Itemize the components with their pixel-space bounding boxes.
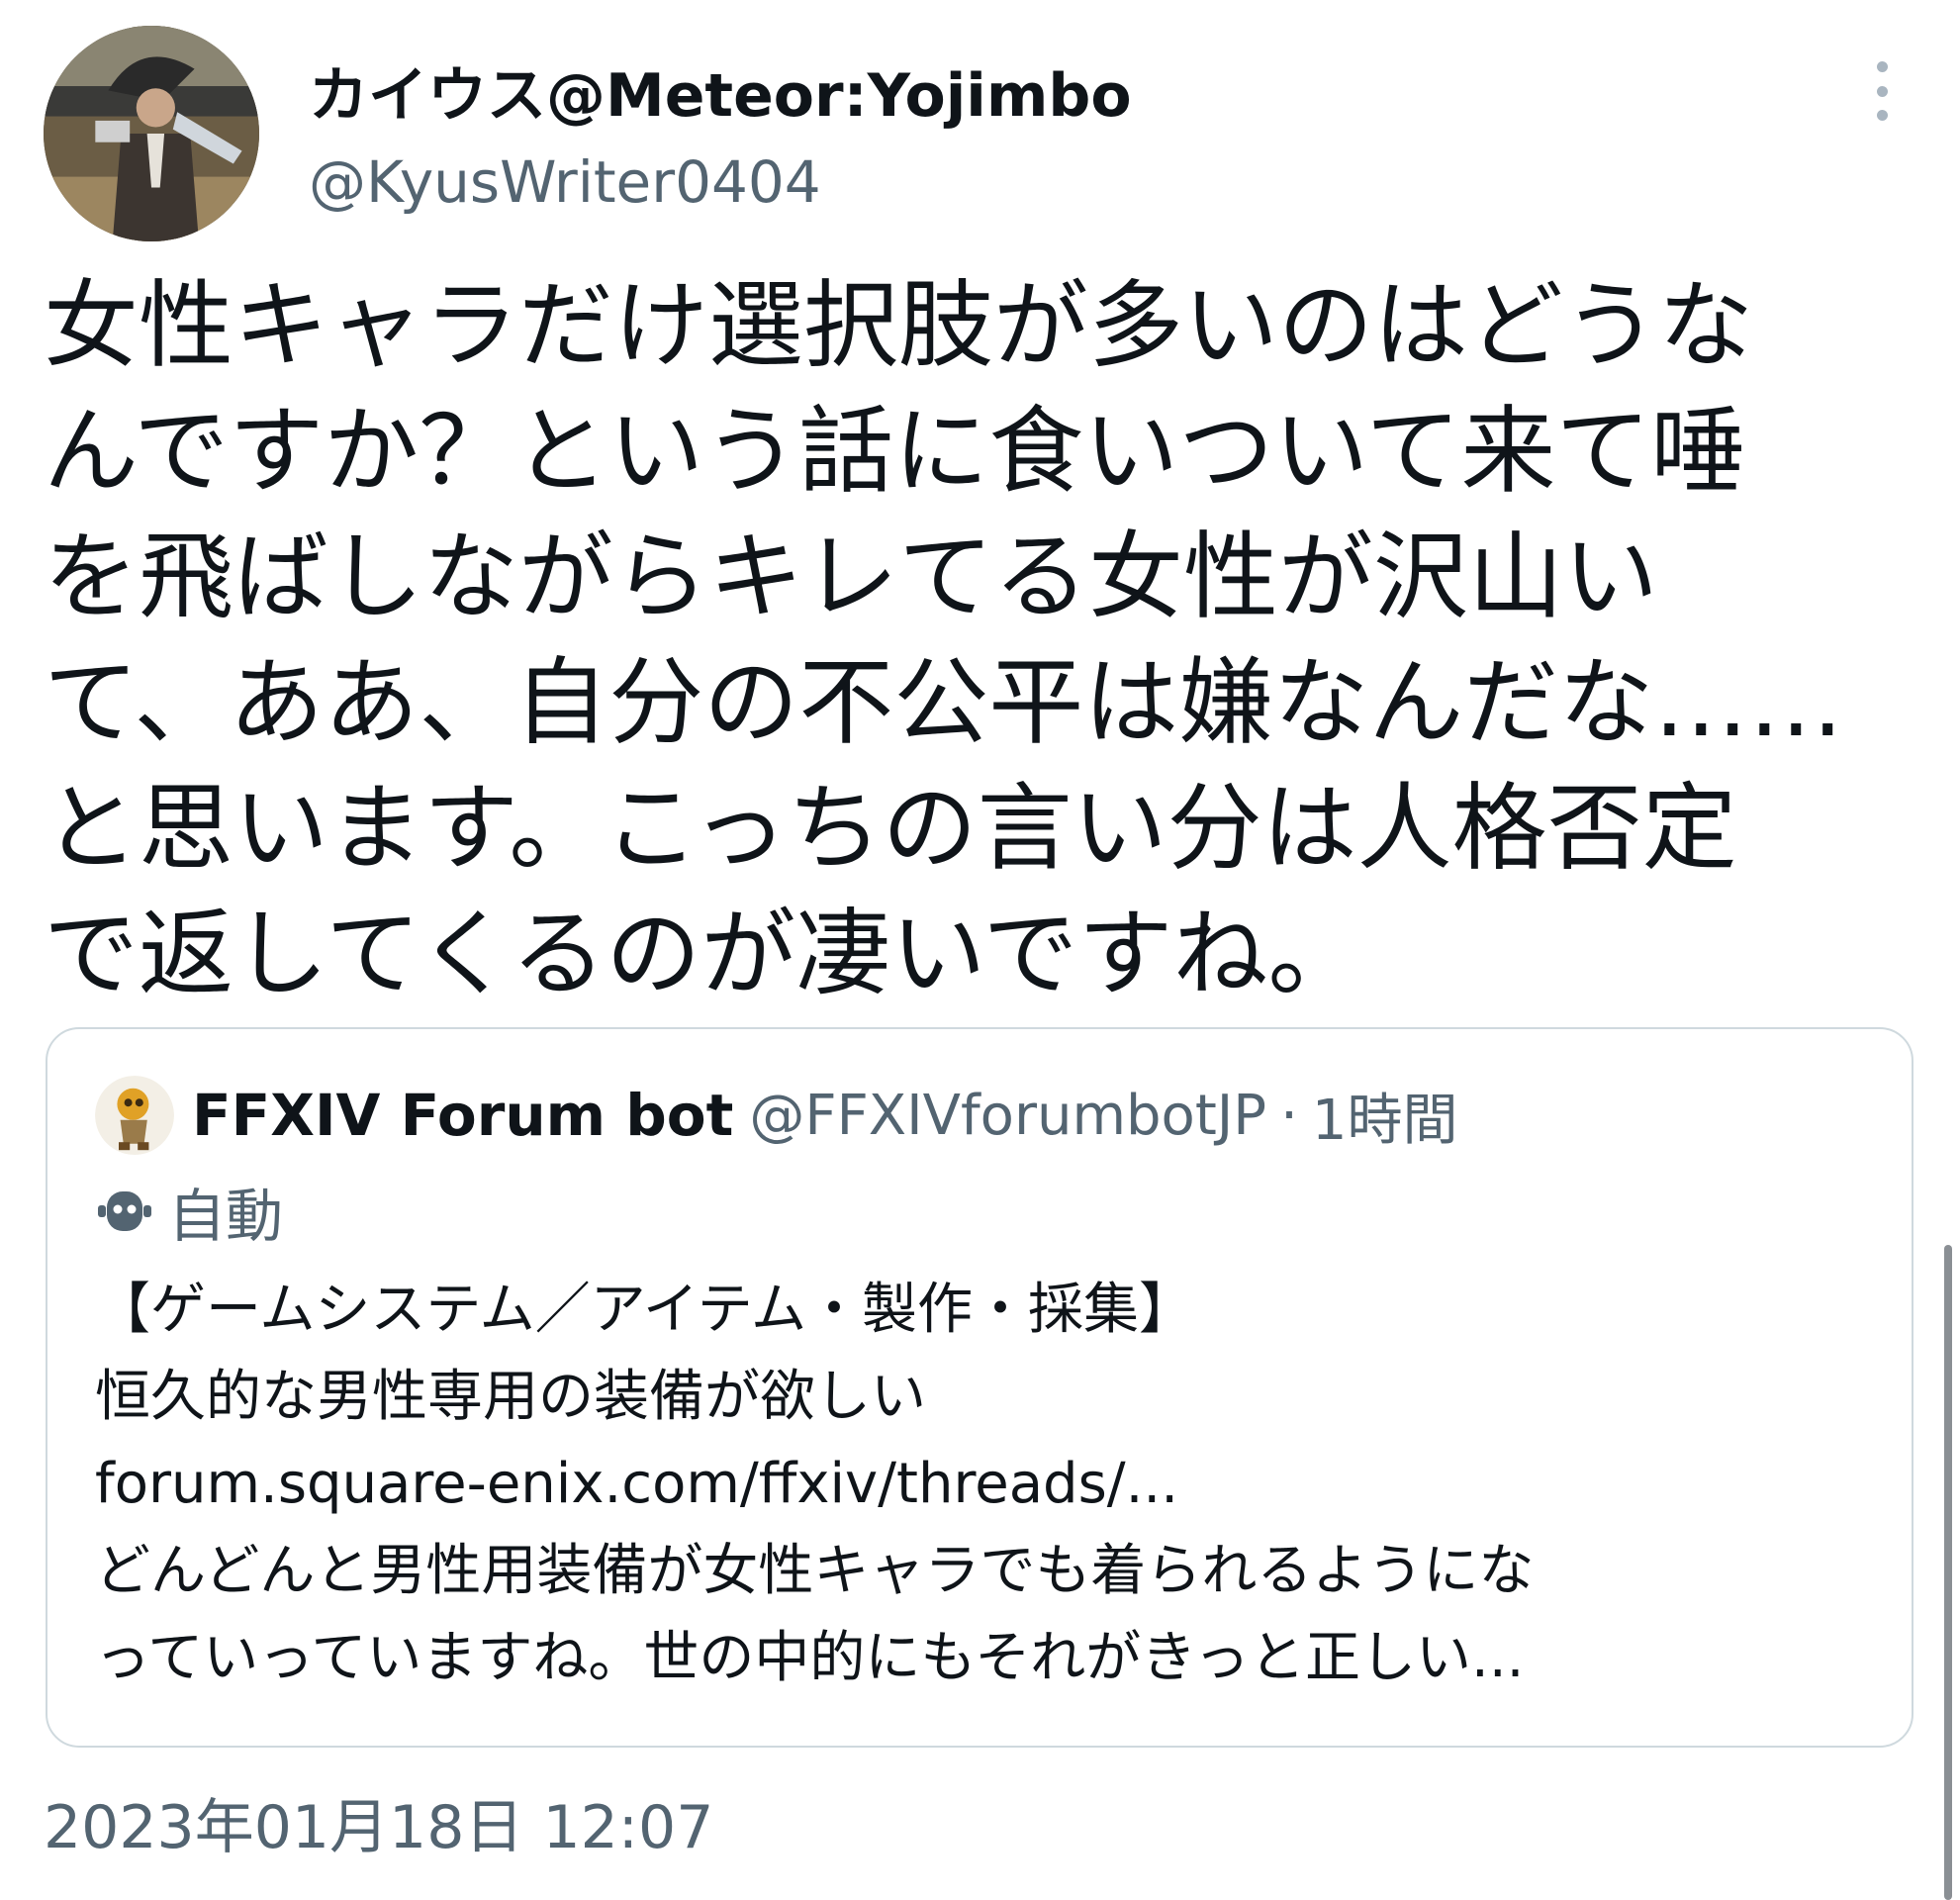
scrollbar[interactable]: [1944, 1245, 1952, 1900]
quoted-author-avatar[interactable]: [95, 1076, 174, 1155]
quoted-link[interactable]: forum.square-enix.com/ffxiv/threads/...: [95, 1441, 1876, 1528]
tweet-text: 女性キャラだけ選択肢が多いのはどうな んですか？という話に食いついて来て唾 を飛…: [44, 263, 1904, 1017]
quoted-author-name[interactable]: FFXIV Forum bot: [192, 1082, 733, 1149]
quoted-text-line: 恒久的な男性専用の装備が欲しい: [95, 1365, 926, 1429]
automated-label-text: 自動: [168, 1183, 284, 1250]
bot-icon: [98, 1191, 151, 1231]
tweet-text-line: んですか？という話に食いついて来て唾: [44, 396, 1746, 507]
tweet-text-line: と思います。こっちの言い分は人格否定: [44, 773, 1737, 884]
quoted-tweet-text: 【ゲームシステム／アイテム・製作・採集】 恒久的な男性専用の装備が欲しい for…: [95, 1267, 1876, 1702]
quoted-text-line: っていっていますね。世の中的にもそれがきっと正しい...: [95, 1626, 1525, 1690]
separator-dot: ·: [1280, 1083, 1298, 1148]
tweet-text-line: で返してくるのが凄いですね。: [44, 899, 1363, 1009]
author-handle[interactable]: @KyusWriter0404: [309, 148, 821, 216]
author-display-name[interactable]: カイウス@Meteor:Yojimbo: [309, 48, 1132, 134]
more-options-button[interactable]: [1858, 61, 1906, 121]
quoted-tweet-card[interactable]: FFXIV Forum bot @FFXIVforumbotJP · 1時間 自…: [46, 1027, 1913, 1748]
tweet-text-line: て、ああ、自分の不公平は嫌なんだな……: [44, 647, 1844, 758]
more-vertical-icon: [1876, 61, 1888, 72]
author-avatar[interactable]: [44, 26, 259, 241]
quoted-text-line: 【ゲームシステム／アイテム・製作・採集】: [95, 1278, 1195, 1342]
tweet-timestamp[interactable]: 2023年01月18日 12:07: [44, 1779, 713, 1865]
tweet-text-line: を飛ばしながらキレてる女性が沢山い: [44, 522, 1658, 632]
tweet[interactable]: カイウス@Meteor:Yojimbo @KyusWriter0404 女性キャ…: [0, 0, 1960, 1900]
quoted-author-handle[interactable]: @FFXIVforumbotJP: [749, 1084, 1266, 1148]
tweet-text-line: 女性キャラだけ選択肢が多いのはどうな: [44, 270, 1753, 381]
quoted-tweet-time[interactable]: 1時間: [1312, 1076, 1458, 1156]
quoted-tweet-header: FFXIV Forum bot @FFXIVforumbotJP · 1時間: [95, 1076, 1458, 1155]
automated-account-label[interactable]: 自動: [95, 1170, 283, 1253]
quoted-text-line: どんどんと男性用装備が女性キャラでも着られるようにな: [95, 1539, 1535, 1603]
